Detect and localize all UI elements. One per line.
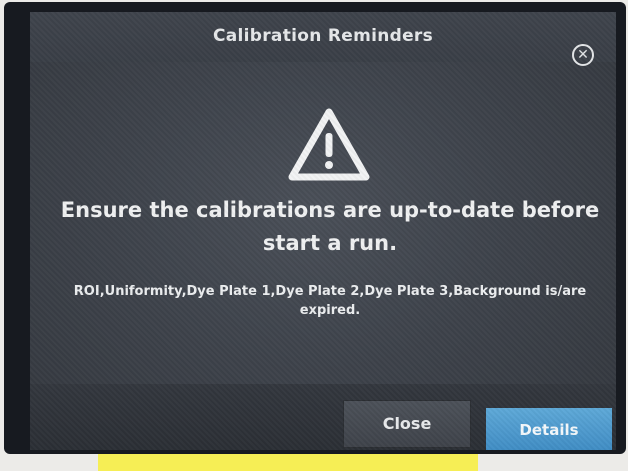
close-icon[interactable]: ✕ (572, 44, 594, 66)
yellow-sticky-note (98, 454, 478, 471)
warning-message: Ensure the calibrations are up-to-date b… (60, 198, 600, 255)
expired-calibrations-detail: ROI,Uniformity,Dye Plate 1,Dye Plate 2,D… (73, 284, 587, 318)
warning-triangle-icon (288, 108, 370, 181)
dialog-title: Calibration Reminders (212, 26, 434, 46)
photo-frame: Calibration Reminders ✕ Ensure the calib… (0, 0, 628, 471)
dialog-title-bar: Calibration Reminders (30, 12, 616, 62)
calibration-reminders-dialog: Calibration Reminders ✕ Ensure the calib… (30, 12, 616, 450)
close-button[interactable]: Close (343, 400, 471, 448)
details-button[interactable]: Details (486, 408, 612, 450)
